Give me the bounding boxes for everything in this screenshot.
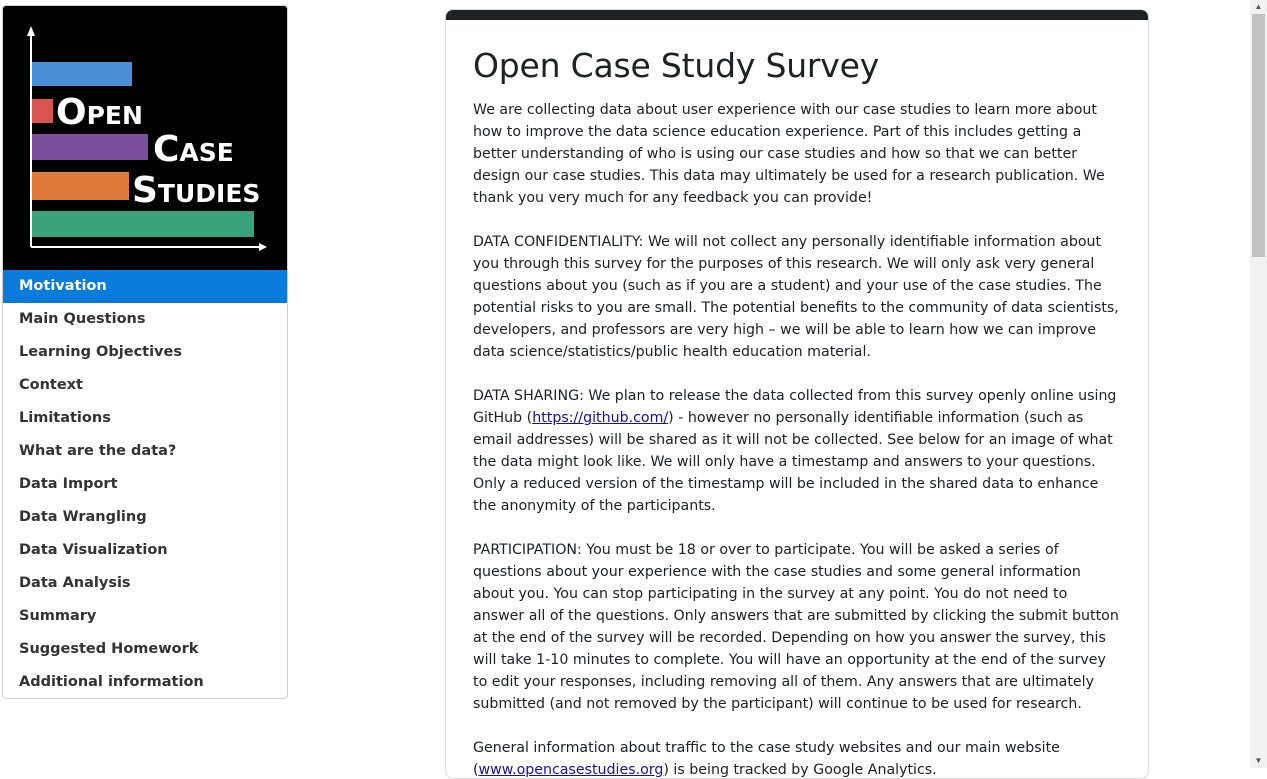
page-scrollbar[interactable]: ▲ ▼	[1250, 0, 1267, 768]
toc-item-data-visualization[interactable]: Data Visualization	[3, 534, 287, 567]
form-title: Open Case Study Survey	[473, 46, 880, 85]
toc-item-data-import[interactable]: Data Import	[3, 468, 287, 501]
toc-item-data-wrangling[interactable]: Data Wrangling	[3, 501, 287, 534]
intro-paragraph: We are collecting data about user experi…	[473, 102, 1105, 206]
logo-bar-blue	[32, 62, 132, 86]
logo-graphic: Open Case Studies	[27, 26, 267, 251]
toc-item-learning-objectives[interactable]: Learning Objectives	[3, 336, 287, 369]
toc-item-additional-information[interactable]: Additional information	[3, 666, 287, 698]
logo-text-studies: Studies	[132, 170, 260, 211]
open-case-studies-logo: Open Case Studies	[3, 6, 287, 270]
traffic-paragraph: General information about traffic to the…	[473, 737, 1122, 778]
opencasestudies-link[interactable]: www.opencasestudies.org	[479, 762, 664, 778]
logo-y-arrow	[27, 26, 35, 36]
logo-bar-purple	[32, 134, 148, 160]
toc-item-suggested-homework[interactable]: Suggested Homework	[3, 633, 287, 666]
logo-bar-orange	[32, 172, 129, 200]
logo-text-open: Open	[56, 92, 143, 133]
sharing-paragraph: DATA SHARING: We plan to release the dat…	[473, 385, 1122, 517]
toc-item-main-questions[interactable]: Main Questions	[3, 303, 287, 336]
toc-item-what-are-the-data[interactable]: What are the data?	[3, 435, 287, 468]
toc-item-motivation[interactable]: Motivation	[3, 270, 287, 303]
toc-item-limitations[interactable]: Limitations	[3, 402, 287, 435]
toc-item-data-analysis[interactable]: Data Analysis	[3, 567, 287, 600]
scroll-up-arrow-icon[interactable]: ▲	[1250, 0, 1267, 14]
logo-bar-green	[32, 211, 254, 237]
table-of-contents: Motivation Main Questions Learning Objec…	[3, 270, 287, 698]
scrollbar-thumb[interactable]	[1252, 14, 1265, 257]
logo-x-arrow	[259, 243, 267, 251]
github-link[interactable]: https://github.com/	[532, 410, 668, 426]
traffic-text-post: ) is being tracked by Google Analytics.	[663, 762, 937, 778]
toc-item-summary[interactable]: Summary	[3, 600, 287, 633]
survey-form-card: Open Case Study Survey We are collecting…	[445, 9, 1149, 779]
confidentiality-paragraph: DATA CONFIDENTIALITY: We will not collec…	[473, 234, 1119, 360]
logo-text-case: Case	[153, 129, 234, 170]
toc-item-context[interactable]: Context	[3, 369, 287, 402]
card-header-bar	[446, 10, 1148, 20]
card-body: Open Case Study Survey We are collecting…	[446, 20, 1148, 778]
scroll-down-arrow-icon[interactable]: ▼	[1250, 754, 1267, 768]
sidebar: Open Case Studies Motivation Main Questi…	[2, 5, 288, 699]
participation-paragraph: PARTICIPATION: You must be 18 or over to…	[473, 542, 1119, 712]
logo-bar-red	[32, 99, 53, 123]
